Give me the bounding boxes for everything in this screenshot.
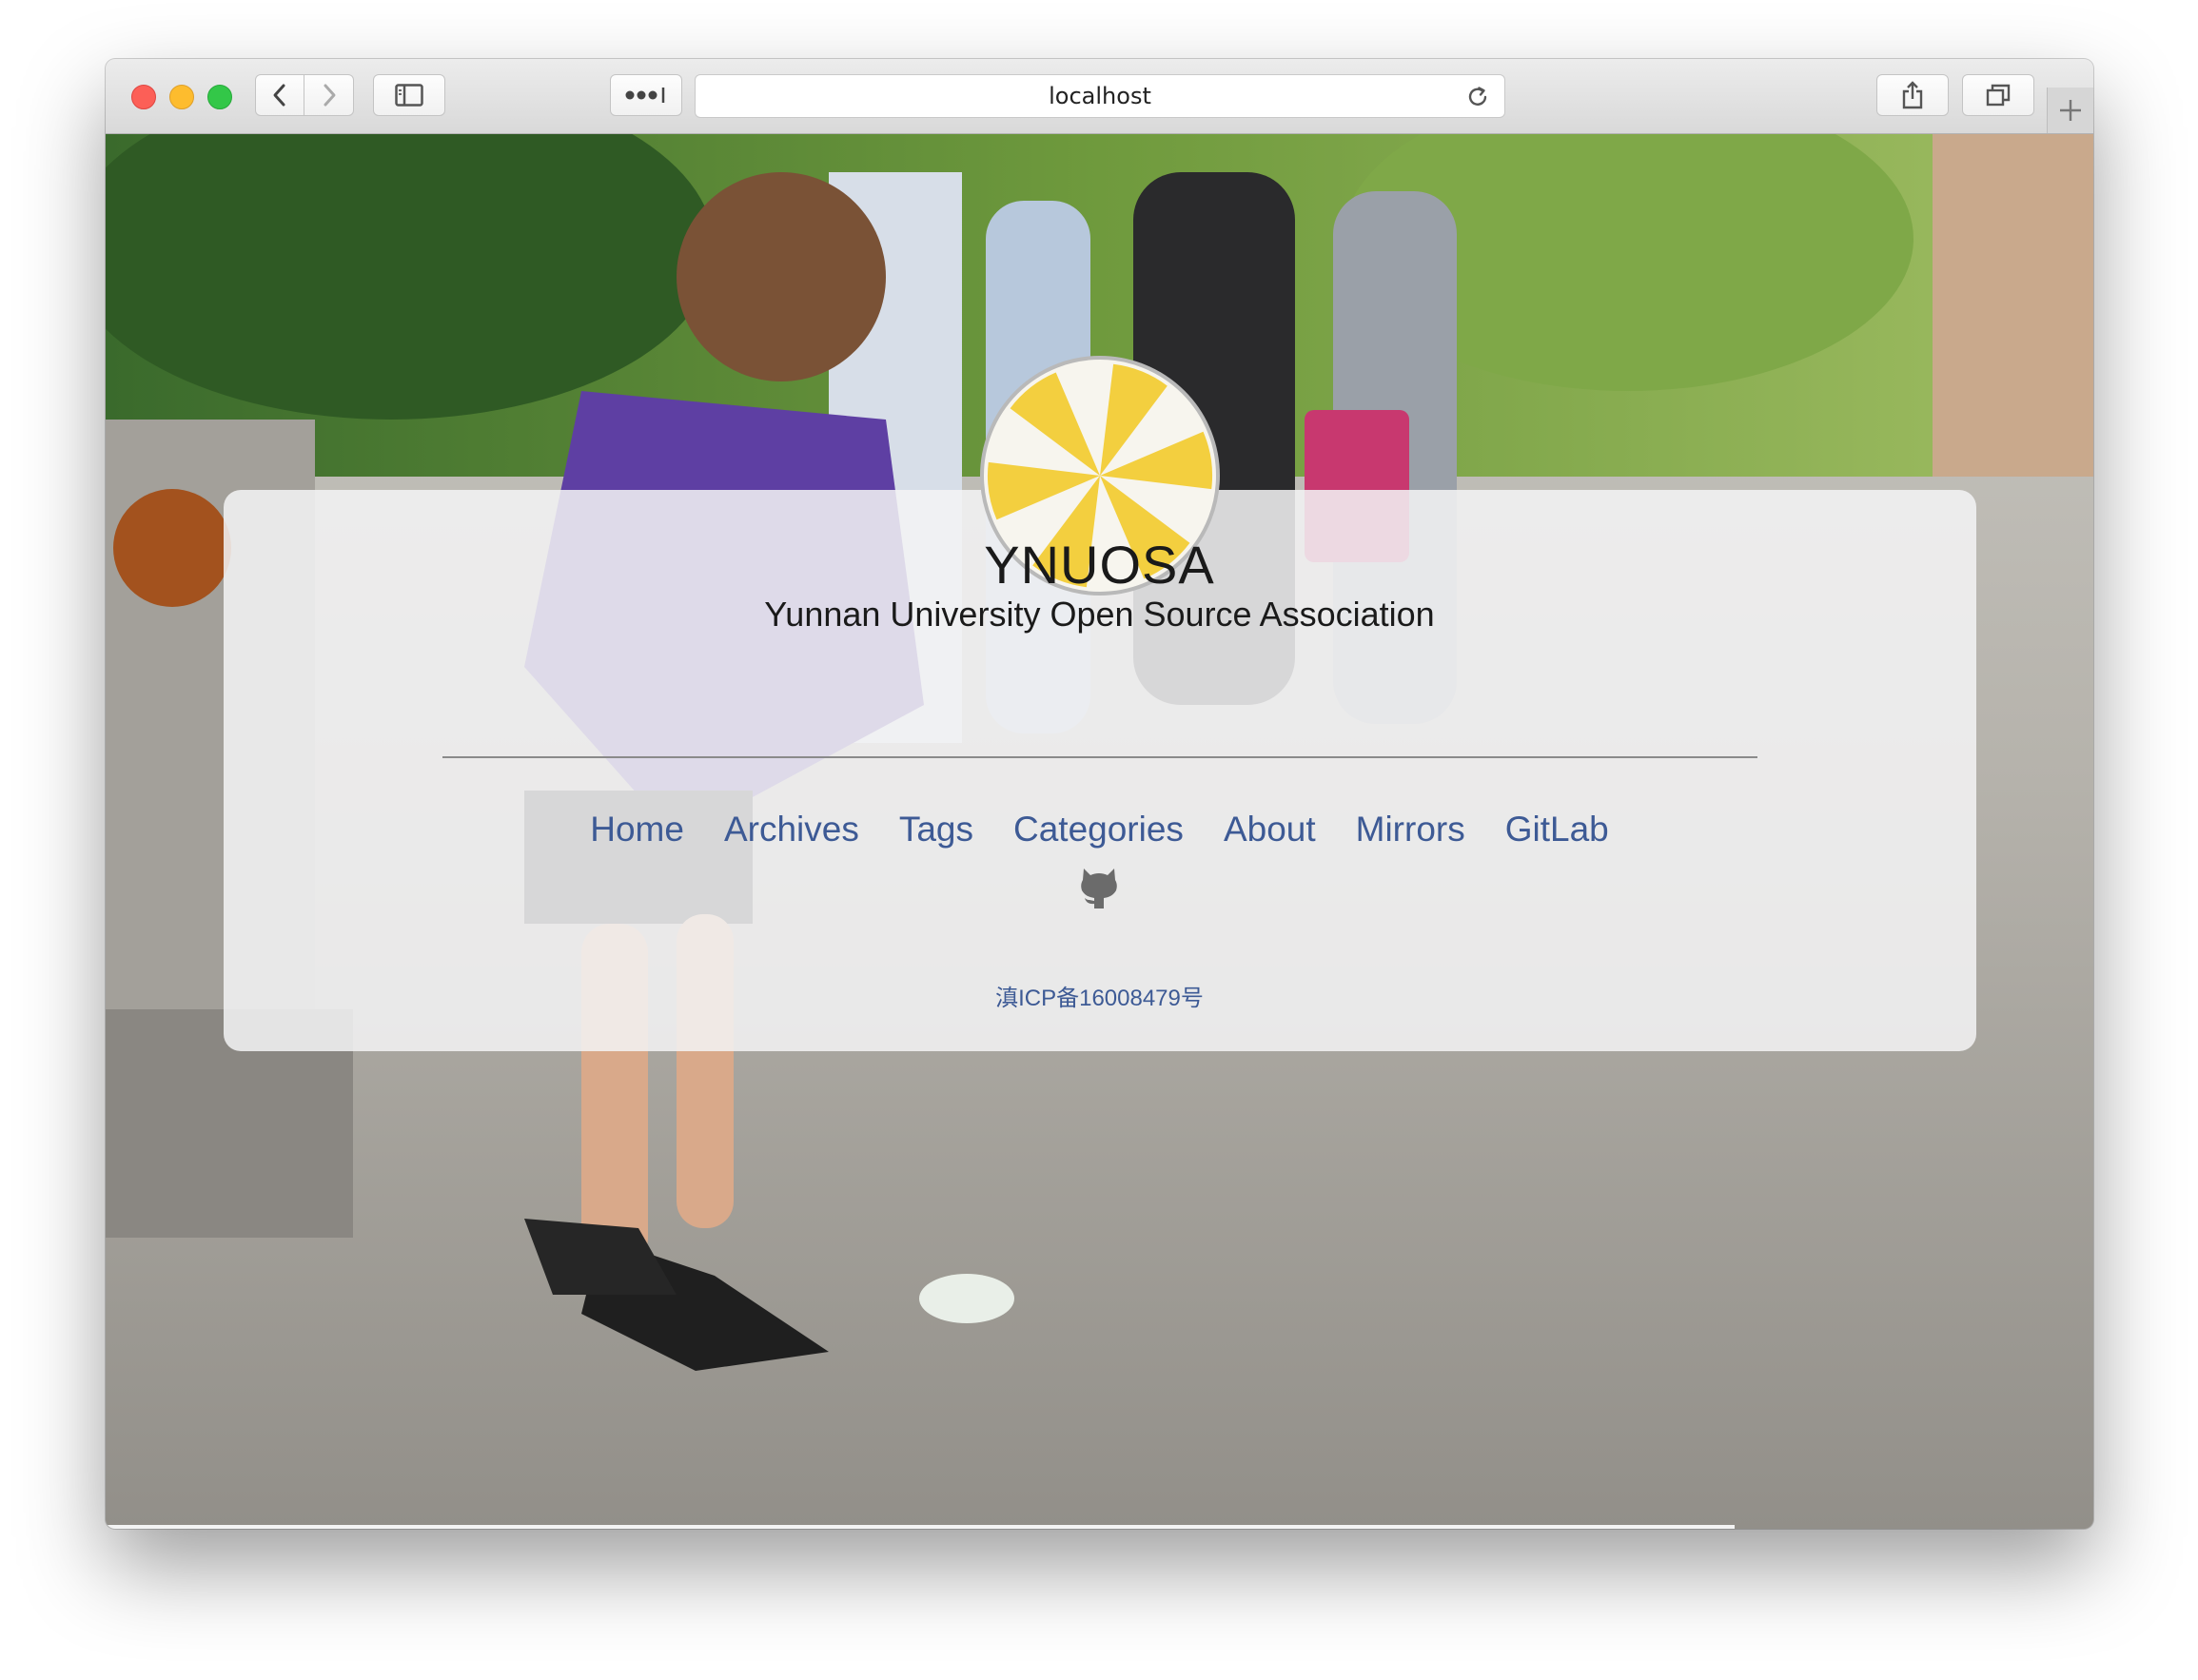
back-button[interactable] [255,74,304,116]
page-viewport: YNUOSA Yunnan University Open Source Ass… [106,134,2093,1529]
reload-icon[interactable] [1464,84,1491,110]
nav-archives[interactable]: Archives [724,810,859,850]
new-tab-button[interactable] [2047,88,2093,133]
share-icon [1902,81,1923,109]
sidebar-toggle-button[interactable] [373,74,445,116]
header-divider [442,756,1757,758]
site-title: YNUOSA [984,535,1215,595]
share-button[interactable] [1876,74,1949,116]
main-nav: Home Archives Tags Categories About Mirr… [106,810,2093,850]
scroll-indicator [106,1525,1735,1529]
nav-gitlab[interactable]: GitLab [1505,810,1609,850]
forward-button[interactable] [304,74,354,116]
minimize-window-button[interactable] [169,85,194,109]
site-subtitle: Yunnan University Open Source Associatio… [764,595,1435,634]
nav-mirrors[interactable]: Mirrors [1356,810,1465,850]
plus-icon [2060,100,2081,121]
close-window-button[interactable] [131,85,156,109]
address-bar[interactable]: localhost [695,74,1505,118]
browser-toolbar: localhost [106,59,2093,134]
sidebar-icon [395,84,423,107]
more-icon [625,88,665,103]
tabs-overview-icon [1986,84,2011,107]
nav-tags[interactable]: Tags [899,810,973,850]
more-button[interactable] [610,74,682,116]
chevron-left-icon [273,84,285,107]
chevron-right-icon [324,84,335,107]
github-icon[interactable] [1078,865,1120,910]
tab-overview-button[interactable] [1962,74,2034,116]
nav-about[interactable]: About [1224,810,1316,850]
browser-window: localhost YNUOSA Yunnan University Open … [106,59,2093,1529]
zoom-window-button[interactable] [207,85,232,109]
nav-home[interactable]: Home [590,810,684,850]
icp-link[interactable]: 滇ICP备16008479号 [106,979,2093,1012]
nav-categories[interactable]: Categories [1013,810,1184,850]
url-text: localhost [1049,83,1151,109]
